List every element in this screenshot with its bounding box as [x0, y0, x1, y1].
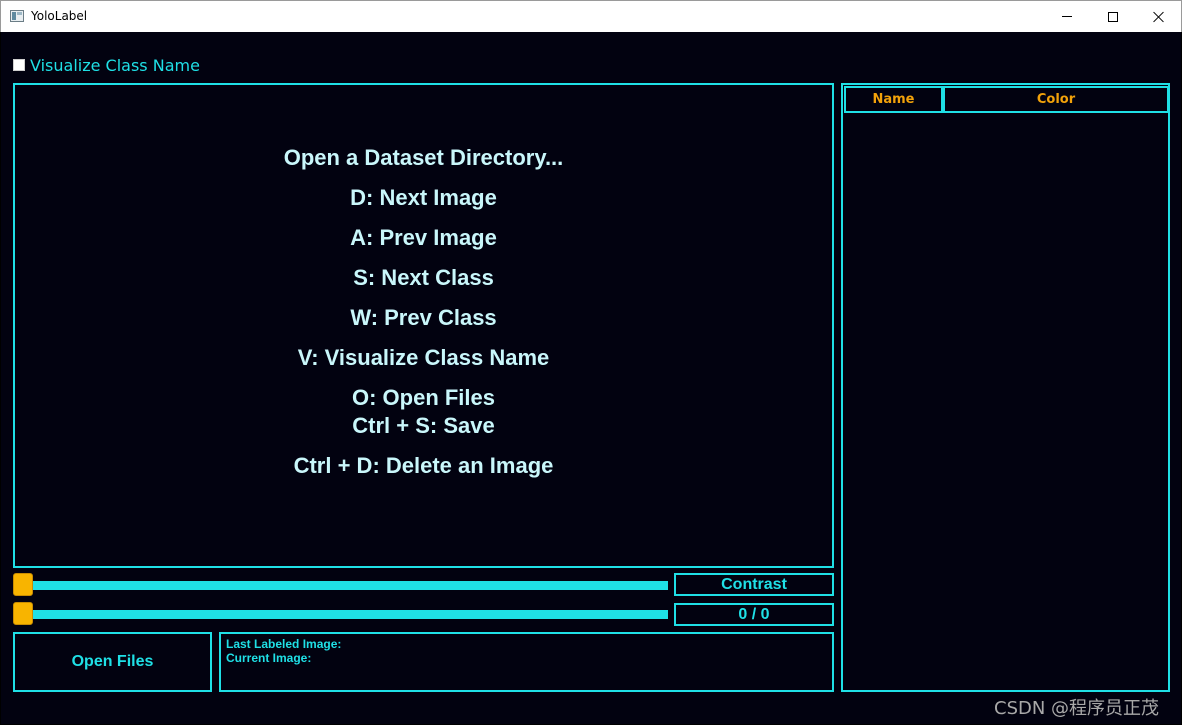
class-table[interactable]: Name Color — [841, 83, 1170, 692]
watermark: CSDN @程序员正茂 — [994, 698, 1160, 719]
window-title: YoloLabel — [31, 9, 88, 23]
current-image-label: Current Image: — [226, 651, 312, 665]
contrast-slider[interactable] — [13, 573, 668, 597]
help-line-next-image: D: Next Image — [350, 185, 497, 210]
help-line-prev-class: W: Prev Class — [350, 305, 497, 330]
contrast-label: Contrast — [674, 573, 834, 596]
image-slider-track — [13, 610, 668, 619]
app-icon — [10, 10, 24, 22]
minimize-icon — [1062, 16, 1072, 17]
close-icon — [1153, 11, 1165, 23]
maximize-button[interactable] — [1090, 1, 1136, 32]
help-line-prev-image: A: Prev Image — [350, 225, 497, 250]
contrast-slider-handle[interactable] — [13, 573, 33, 596]
image-slider-handle[interactable] — [13, 602, 33, 625]
image-slider[interactable] — [13, 602, 668, 626]
image-info-box: Last Labeled Image: Current Image: — [219, 632, 834, 692]
title-bar: YoloLabel — [0, 0, 1182, 32]
maximize-icon — [1108, 11, 1118, 22]
help-line-save: Ctrl + S: Save — [352, 413, 495, 438]
help-line-delete: Ctrl + D: Delete an Image — [293, 453, 554, 478]
close-button[interactable] — [1136, 1, 1182, 32]
open-files-button[interactable]: Open Files — [13, 632, 212, 692]
minimize-button[interactable] — [1044, 1, 1090, 32]
image-counter: 0 / 0 — [674, 603, 834, 626]
visualize-class-name-checkbox[interactable] — [13, 59, 25, 71]
image-canvas[interactable]: Open a Dataset Directory... D: Next Imag… — [13, 83, 834, 568]
column-header-name[interactable]: Name — [844, 86, 943, 113]
help-line-next-class: S: Next Class — [353, 265, 494, 290]
last-labeled-image-label: Last Labeled Image: — [226, 637, 342, 651]
visualize-class-name-label[interactable]: Visualize Class Name — [30, 56, 200, 75]
help-line-visualize: V: Visualize Class Name — [297, 345, 550, 370]
contrast-slider-track — [13, 581, 668, 590]
help-line-open-files: O: Open Files — [351, 385, 496, 410]
column-header-color[interactable]: Color — [943, 86, 1169, 113]
help-line-open-dataset: Open a Dataset Directory... — [283, 145, 564, 170]
app-window: Visualize Class Name Open a Dataset Dire… — [1, 32, 1181, 724]
